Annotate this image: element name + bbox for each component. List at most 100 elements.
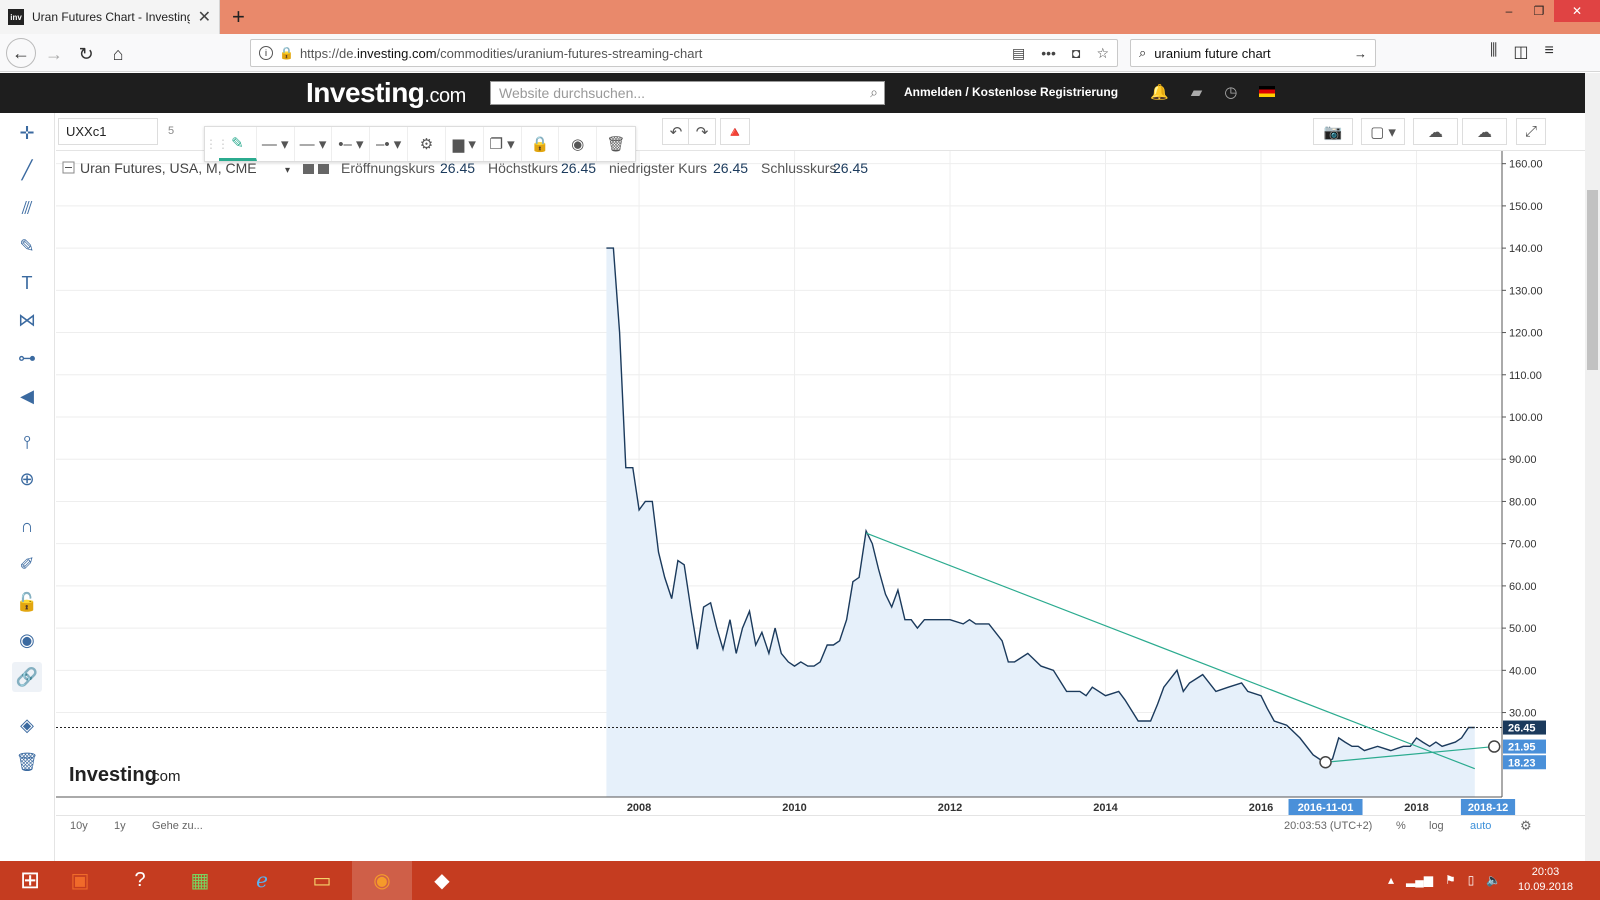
info-icon[interactable]: i bbox=[259, 46, 273, 60]
close-series-icon[interactable] bbox=[318, 164, 329, 174]
flag-icon[interactable]: ⚑ bbox=[1445, 873, 1456, 887]
chart-settings-gear-icon[interactable]: ⚙ bbox=[1520, 818, 1532, 834]
cloud-download-icon[interactable]: ☁ bbox=[1413, 118, 1458, 145]
new-tab-plus-icon[interactable]: + bbox=[232, 4, 245, 30]
y-tick-label: 80.00 bbox=[1509, 496, 1537, 508]
back-arrow-icon[interactable]: ← bbox=[6, 38, 36, 68]
crosshair-icon[interactable]: ✛ bbox=[12, 118, 42, 148]
percent-scale-toggle[interactable]: % bbox=[1396, 820, 1406, 832]
reload-icon[interactable]: ↻ bbox=[72, 40, 100, 68]
forward-arrow-icon[interactable]: → bbox=[40, 40, 68, 68]
cloud-upload-icon[interactable]: ☁ bbox=[1462, 118, 1507, 145]
pattern-icon[interactable]: ⋈ bbox=[12, 305, 42, 335]
y-tick-label: 150.00 bbox=[1509, 201, 1543, 213]
magnet-icon[interactable]: ∩ bbox=[12, 511, 42, 541]
network-icon[interactable]: ▂▄▆ bbox=[1406, 873, 1433, 887]
legend-open-label: Eröffnungskurs bbox=[341, 160, 435, 176]
unlock-icon[interactable]: 🔓 bbox=[12, 587, 42, 617]
page-scrollbar[interactable] bbox=[1585, 73, 1600, 861]
zoom-in-icon[interactable]: ⊕ bbox=[12, 464, 42, 494]
chart-time: 20:03:53 (UTC+2) bbox=[1284, 820, 1373, 832]
fullscreen-icon[interactable]: ⤢ bbox=[1516, 118, 1546, 145]
close-icon[interactable]: ✕ bbox=[198, 7, 211, 27]
site-search-input[interactable]: Website durchsuchen... ⌕ bbox=[490, 81, 885, 105]
home-icon[interactable]: ⌂ bbox=[104, 40, 132, 68]
browser-tab[interactable]: inv Uran Futures Chart - Investing.c ✕ bbox=[0, 0, 220, 34]
goto-date-button[interactable]: Gehe zu... bbox=[152, 820, 203, 832]
eye-icon[interactable]: ◉ bbox=[12, 625, 42, 655]
pocket-icon[interactable]: ◘ bbox=[1072, 45, 1080, 61]
window-close-icon[interactable]: ✕ bbox=[1554, 0, 1600, 22]
undo-icon[interactable]: ↶ bbox=[662, 118, 690, 145]
header-icons: 🔔 ▰ ◷ bbox=[1150, 83, 1276, 101]
portfolio-icon[interactable]: ▰ bbox=[1191, 83, 1203, 101]
german-flag-icon[interactable] bbox=[1259, 86, 1276, 97]
drawing-tools-sidebar: ✛ ╱ ⫻ ✎ T ⋈ ⊶ ◀ ⫯ ⊕ ∩ ✐ 🔓 ◉ 🔗 ◈ 🗑 bbox=[0, 113, 55, 861]
chart-style-dropdown[interactable]: ▢ ▾ bbox=[1361, 118, 1405, 145]
lock-icon: 🔒 bbox=[279, 46, 294, 60]
app-icon[interactable]: ◆ bbox=[412, 861, 472, 900]
trendline-anchor-handle[interactable] bbox=[1319, 756, 1332, 769]
range-10y-button[interactable]: 10y bbox=[70, 820, 88, 832]
sidebar-icon[interactable]: ◫ bbox=[1513, 42, 1528, 62]
help-icon[interactable]: ? bbox=[110, 861, 170, 900]
trend-line-icon[interactable]: ╱ bbox=[12, 155, 42, 185]
file-explorer-icon[interactable]: ▭ bbox=[292, 861, 352, 900]
taskbar-clock[interactable]: 20:03 10.09.2018 bbox=[1518, 865, 1573, 895]
hide-tools-arrow-icon[interactable]: ◀ bbox=[12, 381, 42, 411]
search-go-arrow-icon[interactable]: → bbox=[1354, 46, 1367, 61]
alert-add-icon[interactable]: 🔺 bbox=[720, 118, 750, 145]
fib-tool-icon[interactable]: ⫻ bbox=[12, 193, 42, 223]
search-query-text[interactable]: uranium future chart bbox=[1154, 46, 1346, 61]
investing-watermark: Investing .com bbox=[69, 764, 181, 786]
url-prefix: https://de. bbox=[299, 45, 358, 61]
browser-search-bar[interactable]: ⌕ uranium future chart → bbox=[1130, 39, 1376, 67]
volume-icon[interactable]: 🔈 bbox=[1486, 873, 1501, 887]
login-register-link[interactable]: Anmelden / Kostenlose Registrierung bbox=[904, 85, 1118, 99]
restore-icon[interactable]: ❐ bbox=[1524, 0, 1554, 22]
auto-scale-toggle[interactable]: auto bbox=[1470, 820, 1491, 832]
office-icon[interactable]: ▣ bbox=[50, 861, 110, 900]
legend-title[interactable]: Uran Futures, USA, M, CME bbox=[80, 160, 257, 176]
firefox-icon[interactable]: ◉ bbox=[352, 861, 412, 900]
battery-icon[interactable]: ▯ bbox=[1468, 873, 1475, 887]
drag-grip-icon[interactable]: ⋮⋮ bbox=[205, 137, 229, 151]
investing-favicon-icon: inv bbox=[8, 9, 24, 25]
link-icon[interactable]: 🔗 bbox=[12, 662, 42, 692]
minimize-icon[interactable]: – bbox=[1494, 0, 1524, 22]
more-actions-icon[interactable]: ••• bbox=[1041, 45, 1056, 61]
brush-icon[interactable]: ✎ bbox=[12, 231, 42, 261]
investing-logo[interactable]: Investing.com bbox=[306, 77, 466, 109]
layers-icon[interactable]: ◈ bbox=[12, 710, 42, 740]
legend-dropdown-icon[interactable]: ▾ bbox=[285, 165, 290, 176]
measure-icon[interactable]: ⊶ bbox=[12, 343, 42, 373]
library-icon[interactable]: ⫼ bbox=[1490, 42, 1497, 62]
settings-icon[interactable] bbox=[303, 164, 314, 174]
tray-chevron-icon[interactable]: ▴ bbox=[1388, 873, 1394, 887]
price-axis[interactable]: 160.00 150.00 140.00 130.00 120.00 110.00 100.… bbox=[1501, 151, 1546, 797]
text-tool-icon[interactable]: T bbox=[12, 268, 42, 298]
bell-icon[interactable]: 🔔 bbox=[1150, 83, 1169, 101]
trash-icon[interactable]: 🗑 bbox=[12, 747, 42, 777]
trendline-anchor-handle[interactable] bbox=[1487, 740, 1501, 753]
menu-icon[interactable]: ≡ bbox=[1545, 42, 1554, 62]
camera-icon[interactable]: 📷 bbox=[1313, 118, 1353, 145]
url-text[interactable]: https://de.investing.com/commodities/ura… bbox=[300, 46, 996, 61]
reader-view-icon[interactable]: ▤ bbox=[1012, 45, 1025, 62]
clock-icon[interactable]: ◷ bbox=[1224, 83, 1237, 101]
price-chart[interactable]: 160.00 150.00 140.00 130.00 120.00 110.00 100.… bbox=[56, 151, 1585, 815]
symbol-input[interactable]: UXXc1 bbox=[58, 118, 158, 145]
lock-drawing-icon[interactable]: ✐ bbox=[12, 549, 42, 579]
redo-icon[interactable]: ↷ bbox=[688, 118, 716, 145]
url-bar[interactable]: i 🔒 https://de.investing.com/commodities… bbox=[250, 39, 1118, 67]
range-1y-button[interactable]: 1y bbox=[114, 820, 126, 832]
scrollbar-thumb[interactable] bbox=[1587, 190, 1598, 370]
interval-selector[interactable]: 5 bbox=[162, 118, 202, 145]
store-icon[interactable]: ▦ bbox=[170, 861, 230, 900]
internet-explorer-icon[interactable]: ℯ bbox=[232, 861, 292, 900]
log-scale-toggle[interactable]: log bbox=[1429, 820, 1444, 832]
bookmark-star-icon[interactable]: ☆ bbox=[1096, 45, 1109, 62]
search-icon[interactable]: ⌕ bbox=[870, 84, 878, 101]
time-axis[interactable]: 2008 2010 2012 2014 2016 2018 2016-11-01 2018-1… bbox=[56, 796, 1516, 815]
indicators-icon[interactable]: ⫯ bbox=[12, 427, 42, 457]
